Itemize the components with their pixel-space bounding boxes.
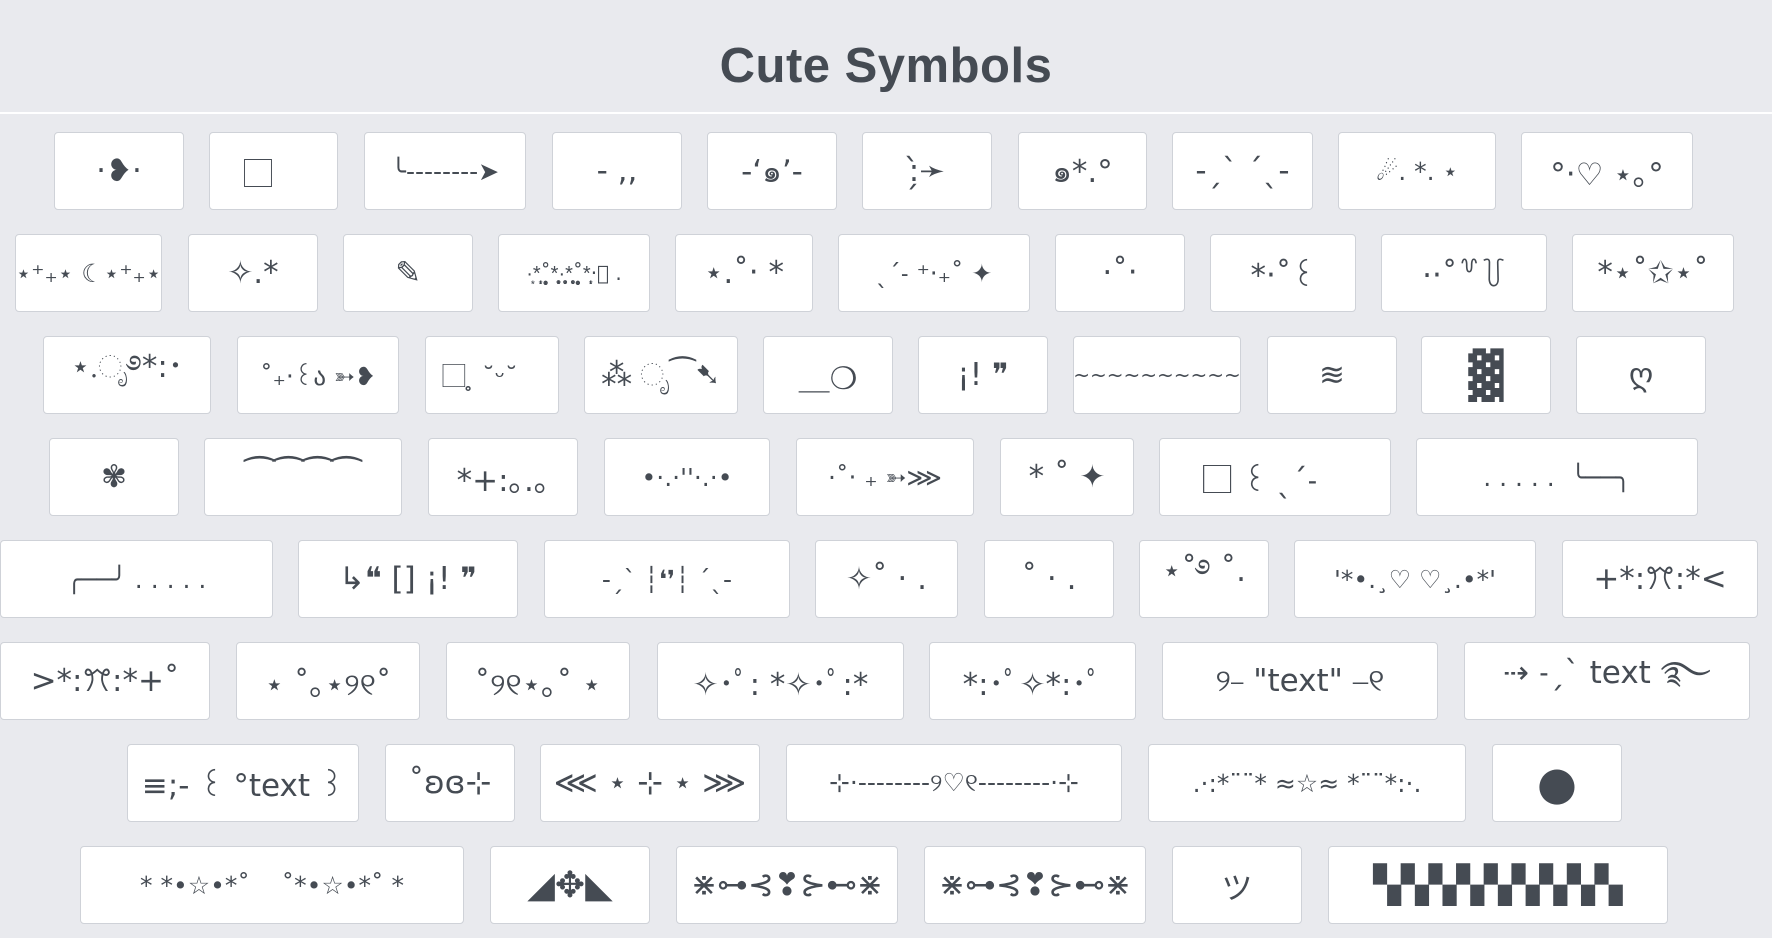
symbol-button[interactable]: ~~~~~~~~~~ bbox=[1073, 336, 1241, 414]
symbol-button[interactable]: ✎ bbox=[343, 234, 473, 312]
symbol-button[interactable]: ⃞ bbox=[209, 132, 338, 210]
symbol-button[interactable]: ˎˊ˗ ⁺‧₊˚ ✦ bbox=[838, 234, 1030, 312]
symbol-row-1: ·❥· ⃞ ╰--------➤ - ,, -‘๑’- :̗̀➛ ๑*.° -ˏ… bbox=[0, 132, 1772, 212]
symbol-button[interactable]: * ˚ ✦ bbox=[1000, 438, 1134, 516]
symbol-button[interactable]: ツ bbox=[1172, 846, 1302, 924]
symbol-button[interactable]: ·‧˚꒷꒦ bbox=[1381, 234, 1547, 312]
symbol-button[interactable]: *:･ﾟ✧*:･ﾟ bbox=[929, 642, 1136, 720]
symbol-button[interactable]: ✧.* bbox=[188, 234, 318, 312]
symbol-button[interactable]: * *•☆•*˚ ˚*•☆•*˚ * bbox=[80, 846, 464, 924]
symbol-button[interactable]: ☄. *. ⋆ bbox=[1338, 132, 1496, 210]
symbol-button[interactable]: -ˏˋ ┆❛❜┆ ˊˎ- bbox=[544, 540, 790, 618]
symbol-button[interactable]: °‧♡ ⋆｡° bbox=[1521, 132, 1693, 210]
symbol-button[interactable]: ·˚‧ bbox=[1055, 234, 1185, 312]
symbol-button[interactable]: •·.·''·.·• bbox=[604, 438, 770, 516]
symbol-row-6: >*:ꔫ:*+˚ ⋆ ˚｡⋆୨୧˚ ˚୨୧⋆｡˚ ⋆ ✧･ﾟ: *✧･ﾟ:* *… bbox=[0, 642, 1772, 722]
symbol-button[interactable]: -‘๑’- bbox=[707, 132, 837, 210]
symbol-button[interactable]: ˚₊‧꒰ა ➳❥ bbox=[237, 336, 399, 414]
symbol-button[interactable]: ≋ bbox=[1267, 336, 1397, 414]
symbol-button[interactable]: ღ bbox=[1576, 336, 1706, 414]
symbol-row-5: ╭──╯ . . . . . ↳❝ [] ¡! ❞ -ˏˋ ┆❛❜┆ ˊˎ- ✧… bbox=[0, 540, 1772, 620]
symbol-button[interactable]: ● bbox=[1492, 744, 1622, 822]
symbol-button[interactable]: ◢✥◣ bbox=[490, 846, 650, 924]
symbol-row-3: ⋆.ೃ࿔*:･ ˚₊‧꒰ა ➳❥ ⃞ ̥ ˘ᵕ˘ ⁂ ೃ⁀➷ ＿❍ ¡! ❞ ~… bbox=[0, 336, 1772, 416]
symbol-row-2: ⋆⁺₊⋆ ☾⋆⁺₊⋆ ✧.* ✎ ·͙*̩̩͙˚̩̥̩̥*̩̩̥͙·̩̩̥͙*̩… bbox=[0, 234, 1772, 314]
symbol-button[interactable]: ⋇⊶⊰❣⊱⊷⋇ bbox=[924, 846, 1146, 924]
symbol-button[interactable]: ୨⎯ "text" ⎯୧ bbox=[1162, 642, 1438, 720]
symbol-button[interactable]: ¡! ❞ bbox=[918, 336, 1048, 414]
symbol-button[interactable]: +*:ꔫ:*< bbox=[1562, 540, 1758, 618]
page-title: Cute Symbols bbox=[719, 39, 1053, 93]
symbol-button[interactable]: ·͙*̩̩͙˚̩̥̩̥*̩̩̥͙·̩̩̥͙*̩̩̥͙˚̩̥̩̥*̩̩͙‧͙ . bbox=[498, 234, 650, 312]
symbol-row-8: * *•☆•*˚ ˚*•☆•*˚ * ◢✥◣ ⋇⊶⊰❣⊱⊷⋇ ⋇⊶⊰❣⊱⊷⋇ ツ… bbox=[0, 846, 1772, 926]
symbol-row-4: ✾ ⁀⁀⁀⁀ *+:｡.｡ •·.·''·.·• ·˚‧ ₊ ➳⋙ * ˚ ✦ … bbox=[0, 438, 1772, 518]
symbol-button[interactable]: ⃞⃞ ꒰ ˎˊ˗ bbox=[1159, 438, 1391, 516]
symbol-button[interactable]: ·˚‧ ₊ ➳⋙ bbox=[796, 438, 974, 516]
symbol-button[interactable]: ⋆.˚‧ * bbox=[675, 234, 813, 312]
symbol-button[interactable]: ⋆˚࿔ ˚. bbox=[1139, 540, 1269, 618]
symbol-button[interactable]: ๑*.° bbox=[1018, 132, 1147, 210]
symbol-button[interactable]: ▓ bbox=[1421, 336, 1551, 414]
symbol-button[interactable]: ✾ bbox=[49, 438, 179, 516]
symbol-button[interactable]: ⋇⊶⊰❣⊱⊷⋇ bbox=[676, 846, 898, 924]
symbol-button[interactable]: ˚ʚɞ⊹ bbox=[385, 744, 515, 822]
symbol-row-7: ≡;- ꒰ °text ꒱ ˚ʚɞ⊹ ⋘ ⋆ ⊹ ⋆ ⋙ ⊹·--------୨… bbox=[0, 744, 1772, 824]
symbol-button[interactable]: .·:*¨¨* ≈☆≈ *¨¨*:·. bbox=[1148, 744, 1466, 822]
symbol-button[interactable]: -ˏˋ ˊˎ- bbox=[1172, 132, 1313, 210]
symbol-button[interactable]: ⊹·--------୨♡୧--------·⊹ bbox=[786, 744, 1122, 822]
symbol-button[interactable]: :̗̀➛ bbox=[862, 132, 992, 210]
symbol-button[interactable]: ＿❍ bbox=[763, 336, 893, 414]
symbol-button[interactable]: ⇢ ˗ˏˋ text ࿐ bbox=[1464, 642, 1750, 720]
symbol-button[interactable]: ˚ · . bbox=[984, 540, 1114, 618]
symbol-button[interactable]: - ,, bbox=[552, 132, 682, 210]
symbol-button[interactable]: ╰--------➤ bbox=[364, 132, 526, 210]
symbol-button[interactable]: ·❥· bbox=[54, 132, 184, 210]
symbol-button[interactable]: ⋘ ⋆ ⊹ ⋆ ⋙ bbox=[540, 744, 760, 822]
symbol-button[interactable]: ⋆⁺₊⋆ ☾⋆⁺₊⋆ bbox=[15, 234, 162, 312]
symbol-button[interactable]: ⃞ ̥ ˘ᵕ˘ bbox=[425, 336, 559, 414]
symbol-button[interactable]: ⋆ ˚｡⋆୨୧˚ bbox=[236, 642, 420, 720]
symbol-button[interactable]: ≡;- ꒰ °text ꒱ bbox=[127, 744, 359, 822]
symbol-button[interactable]: ✧˚ · . bbox=[815, 540, 958, 618]
page-header: Cute Symbols bbox=[0, 0, 1772, 114]
symbol-button[interactable]: ⁂ ೃ⁀➷ bbox=[584, 336, 738, 414]
symbol-button[interactable]: ˚୨୧⋆｡˚ ⋆ bbox=[446, 642, 630, 720]
symbol-button[interactable]: ⁀⁀⁀⁀ bbox=[204, 438, 402, 516]
symbol-button[interactable]: *‧˚꒰ bbox=[1210, 234, 1356, 312]
symbol-button[interactable]: ▚▚▚▚▚▚▚▚▚ bbox=[1328, 846, 1668, 924]
symbol-button[interactable]: ╭──╯ . . . . . bbox=[0, 540, 273, 618]
symbol-button[interactable]: '*•.¸♡ ♡¸.•*' bbox=[1294, 540, 1536, 618]
symbol-button[interactable]: *⋆˚✩⋆˚ bbox=[1572, 234, 1734, 312]
symbol-button[interactable]: >*:ꔫ:*+˚ bbox=[0, 642, 210, 720]
symbol-button[interactable]: ✧･ﾟ: *✧･ﾟ:* bbox=[657, 642, 904, 720]
symbol-button[interactable]: ↳❝ [] ¡! ❞ bbox=[298, 540, 518, 618]
symbol-button[interactable]: ⋆.ೃ࿔*:･ bbox=[43, 336, 211, 414]
symbol-button[interactable]: . . . . . ╰──╮ bbox=[1416, 438, 1698, 516]
symbol-button[interactable]: *+:｡.｡ bbox=[428, 438, 578, 516]
